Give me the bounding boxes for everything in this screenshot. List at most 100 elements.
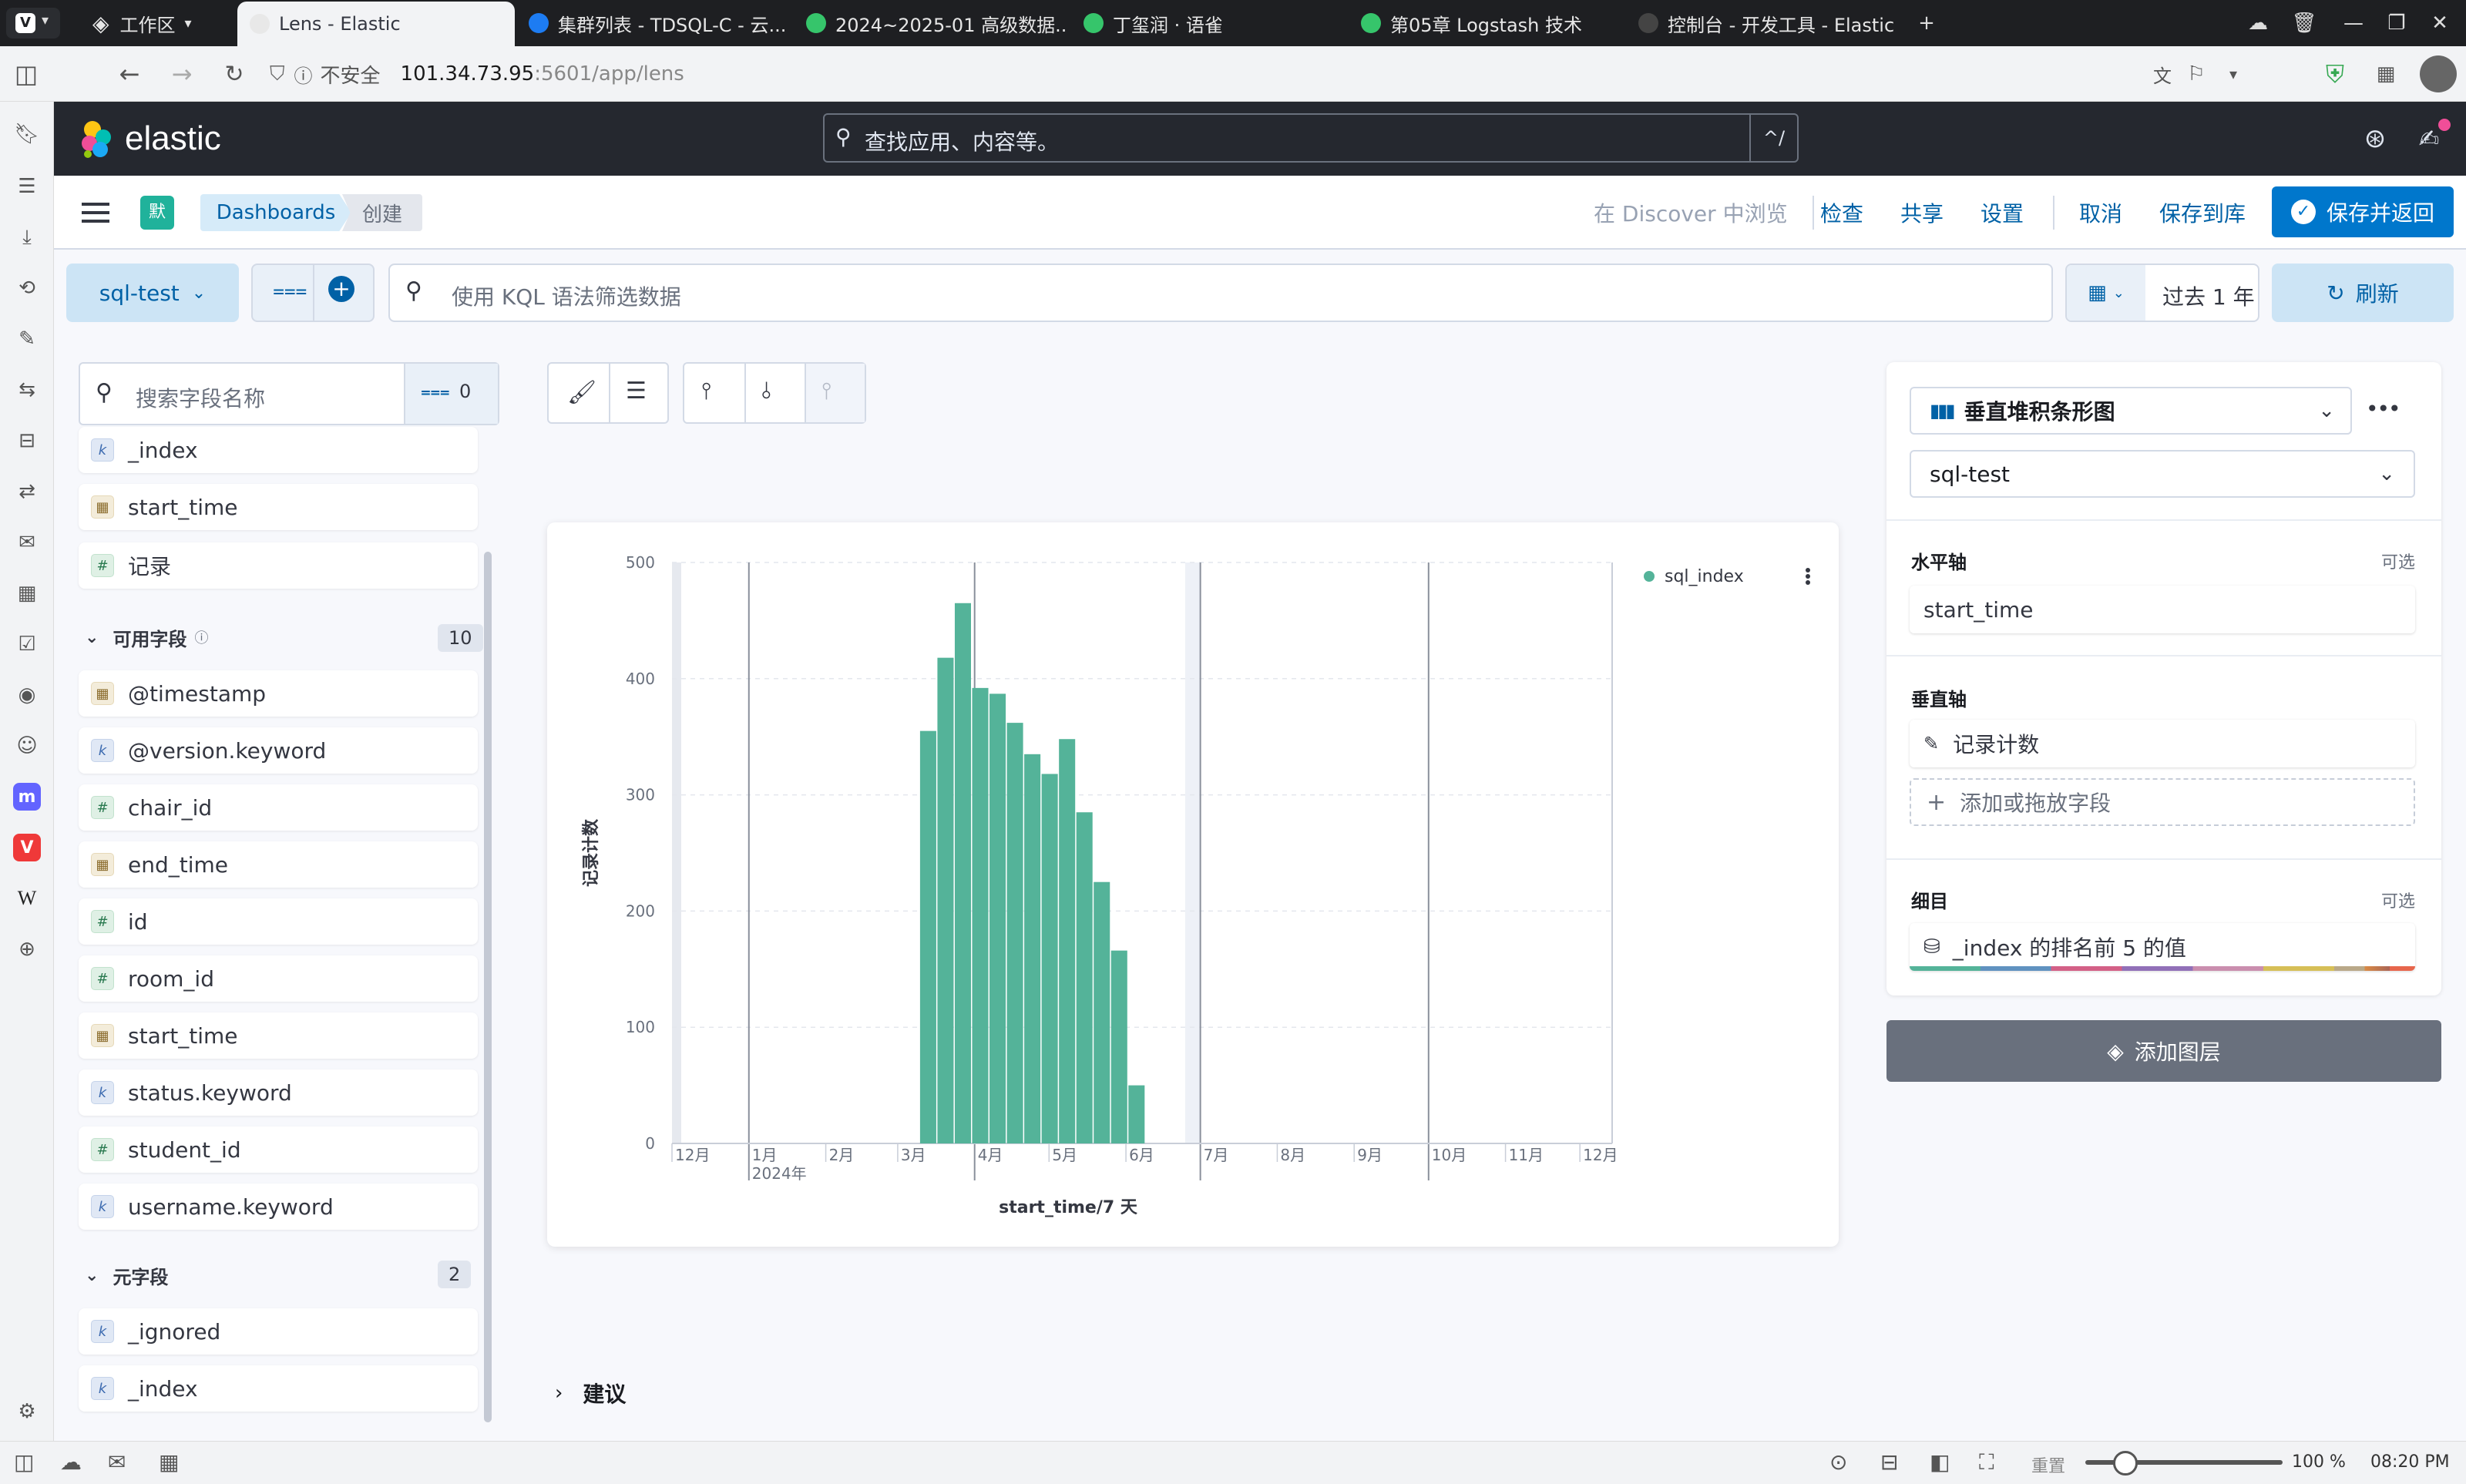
- refresh-button[interactable]: ↻ 刷新: [2272, 264, 2454, 322]
- menu-toggle-icon[interactable]: [82, 199, 109, 227]
- mastodon-icon[interactable]: m: [13, 783, 41, 811]
- back-button[interactable]: ←: [113, 57, 146, 91]
- chevron-down-icon[interactable]: ▾: [2216, 57, 2250, 91]
- capture-icon[interactable]: ⊙: [1829, 1449, 1847, 1475]
- qr-code-icon[interactable]: ▦: [2369, 57, 2403, 91]
- cloud-sync-icon[interactable]: ☁: [2235, 0, 2281, 46]
- calendar-icon[interactable]: ▦: [159, 1449, 179, 1475]
- help-icon[interactable]: ⊛: [2360, 123, 2390, 154]
- field-item[interactable]: ▦ end_time: [79, 841, 478, 888]
- browser-tab[interactable]: 2024~2025-01 高级数据...: [794, 0, 1068, 46]
- field-item[interactable]: k username.keyword: [79, 1184, 478, 1230]
- reload-button[interactable]: ↻: [217, 57, 251, 91]
- cloud-icon[interactable]: ☁: [60, 1449, 82, 1475]
- sync-icon[interactable]: ⇄: [13, 478, 41, 505]
- field-item[interactable]: # student_id: [79, 1126, 478, 1173]
- filter-icon[interactable]: ⩶: [273, 279, 307, 303]
- image-toggle-icon[interactable]: ⛶: [1979, 1449, 1994, 1476]
- history-icon[interactable]: ⟲: [13, 274, 41, 302]
- browser-tab[interactable]: 集群列表 - TDSQL-C - 云...: [516, 0, 791, 46]
- cancel-link[interactable]: 取消: [2079, 197, 2122, 228]
- dataview-picker[interactable]: sql-test ⌄: [66, 264, 239, 322]
- vivaldi-icon[interactable]: V: [13, 834, 41, 861]
- notes-icon[interactable]: ✎: [13, 325, 41, 353]
- chart-actions-icon[interactable]: [1806, 568, 1810, 572]
- contacts-icon[interactable]: ☺: [13, 732, 41, 760]
- bookmark-icon[interactable]: ⚐: [2179, 57, 2213, 91]
- x-axis-dimension[interactable]: start_time: [1910, 586, 2415, 633]
- elastic-logo[interactable]: elastic: [77, 119, 221, 159]
- add-panel-icon[interactable]: ⊕: [13, 935, 41, 963]
- trash-icon[interactable]: 🗑: [2281, 0, 2327, 46]
- paintbrush-icon[interactable]: 🖌︎: [567, 379, 596, 406]
- wikipedia-icon[interactable]: W: [13, 885, 41, 912]
- settings-link[interactable]: 设置: [1981, 197, 2024, 228]
- field-item[interactable]: # chair_id: [79, 784, 478, 831]
- left-axis-icon[interactable]: ⫯: [701, 378, 711, 405]
- explore-in-discover-link[interactable]: 在 Discover 中浏览: [1594, 197, 1788, 228]
- field-item[interactable]: # 记录: [79, 542, 478, 589]
- settings-gear-icon[interactable]: ⚙: [13, 1398, 41, 1425]
- workspace-button[interactable]: ◈ 工作区 ▾: [92, 0, 192, 46]
- browser-tab[interactable]: 丁玺润 · 语雀: [1071, 0, 1346, 46]
- minimize-button[interactable]: —: [2330, 0, 2377, 46]
- field-list-scrollbar[interactable]: [484, 552, 492, 1422]
- url-field[interactable]: ⛉ ⓘ 不安全 101.34.73.95 :5601/app/lens: [270, 57, 2243, 91]
- y-axis-dimension[interactable]: ✎ 记录计数: [1910, 720, 2415, 767]
- field-item[interactable]: k _index: [79, 1365, 478, 1412]
- field-item[interactable]: ▦ start_time: [79, 484, 478, 530]
- chart-actions-icon[interactable]: [1806, 574, 1810, 579]
- maximize-button[interactable]: ❐: [2374, 0, 2420, 46]
- suggestions-toggle[interactable]: › 建议: [555, 1378, 626, 1408]
- field-type-filter[interactable]: ⩶ 0: [404, 364, 498, 424]
- save-to-library-link[interactable]: 保存到库: [2159, 197, 2246, 228]
- kql-query-input[interactable]: ⚲ 使用 KQL 语法筛选数据: [388, 264, 2053, 322]
- chart-actions-icon[interactable]: [1806, 580, 1810, 585]
- feeds-icon[interactable]: ◉: [13, 681, 41, 709]
- field-item[interactable]: k _ignored: [79, 1308, 478, 1355]
- zoom-slider-handle[interactable]: [2113, 1451, 2138, 1476]
- global-search-input[interactable]: ⚲ 查找应用、内容等。 ^/: [823, 113, 1799, 163]
- reading-list-icon[interactable]: ☰: [13, 173, 41, 200]
- share-link[interactable]: 共享: [1900, 197, 1944, 228]
- field-search-input[interactable]: ⚲ 搜索字段名称 ⩶ 0: [79, 362, 499, 425]
- browser-tab[interactable]: 第05章 Logstash 技术: [1349, 0, 1623, 46]
- mail-icon[interactable]: ✉: [108, 1449, 126, 1475]
- zoom-reset-button[interactable]: 重置: [2031, 1452, 2065, 1477]
- bookmarks-icon[interactable]: 🔖︎: [13, 120, 41, 148]
- space-avatar[interactable]: 默: [140, 196, 174, 230]
- calendar-icon[interactable]: ▦: [13, 579, 41, 607]
- available-fields-header[interactable]: ⌄ 可用字段 ⓘ: [85, 618, 208, 656]
- field-item[interactable]: k @version.keyword: [79, 727, 478, 774]
- date-picker[interactable]: ▦ ⌄ 过去 1 年: [2065, 264, 2259, 322]
- mail-icon[interactable]: ✉: [13, 529, 41, 556]
- breadcrumb-dashboards[interactable]: Dashboards: [200, 194, 351, 231]
- tiling-icon[interactable]: ⊟: [1880, 1449, 1898, 1475]
- page-actions-icon[interactable]: ◧: [1930, 1449, 1950, 1475]
- add-filter-icon[interactable]: +: [328, 276, 354, 302]
- new-tab-button[interactable]: +: [1903, 0, 1950, 46]
- save-and-return-button[interactable]: ✓ 保存并返回: [2272, 186, 2454, 237]
- add-layer-button[interactable]: ◈ 添加图层: [1886, 1020, 2441, 1082]
- downloads-icon[interactable]: ⤓: [13, 223, 41, 251]
- field-item[interactable]: k _index: [79, 427, 478, 473]
- browser-tab[interactable]: 控制台 - 开发工具 - Elastic: [1626, 0, 1900, 46]
- field-item[interactable]: # id: [79, 898, 478, 945]
- field-item[interactable]: k status.keyword: [79, 1069, 478, 1116]
- translate-icon[interactable]: 文: [2145, 57, 2179, 91]
- window-panel-icon[interactable]: ⊟: [13, 427, 41, 455]
- translate-panel-icon[interactable]: ⇆: [13, 376, 41, 404]
- profile-avatar[interactable]: [2420, 55, 2457, 92]
- shield-check-icon[interactable]: ⛨: [2318, 57, 2352, 91]
- breakdown-dimension[interactable]: ⛁ _index 的排名前 5 的值: [1910, 923, 2415, 971]
- field-item[interactable]: # room_id: [79, 955, 478, 1002]
- layer-actions-icon[interactable]: •••: [2366, 396, 2401, 421]
- meta-fields-header[interactable]: ⌄ 元字段: [85, 1256, 168, 1294]
- vivaldi-menu-button[interactable]: V ▾: [6, 8, 60, 39]
- add-field-dropzone[interactable]: + 添加或拖放字段: [1910, 778, 2415, 826]
- layer-dataview-select[interactable]: sql-test ⌄: [1910, 450, 2415, 498]
- browser-tab[interactable]: Lens - Elastic: [237, 2, 515, 46]
- legend-icon[interactable]: ☰: [626, 378, 647, 405]
- calendar-quick-menu[interactable]: ▦ ⌄: [2067, 265, 2145, 321]
- bottom-axis-icon[interactable]: ⫰: [761, 378, 771, 405]
